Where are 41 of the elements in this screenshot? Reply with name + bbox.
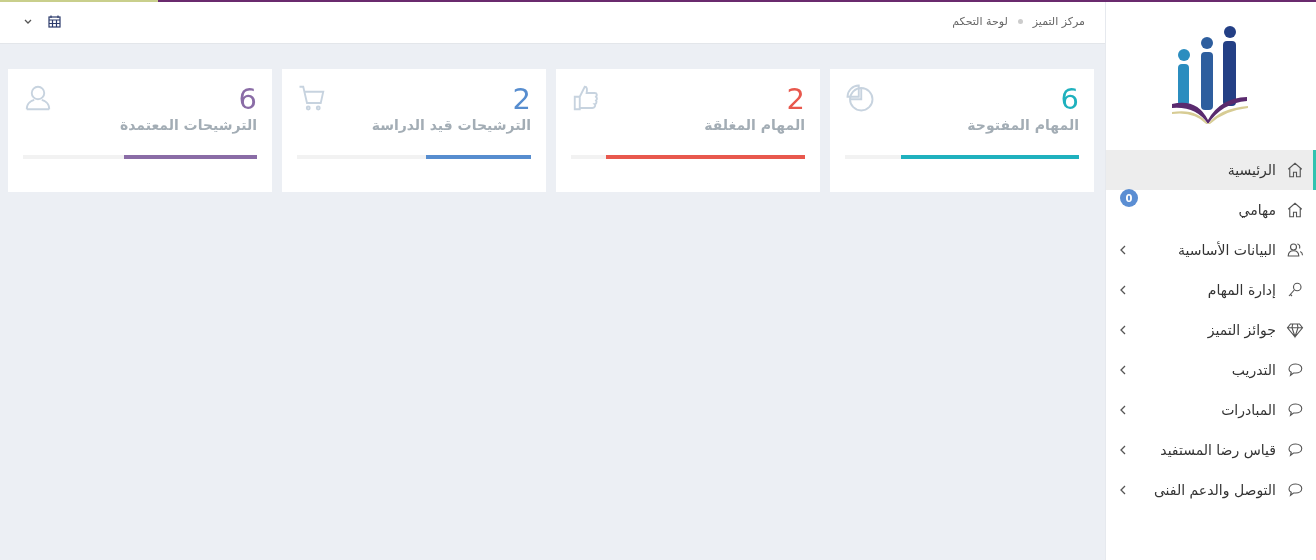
sidebar-item[interactable]: التوصل والدعم الفنى — [1106, 470, 1316, 510]
chat-icon — [1286, 481, 1304, 499]
chat-icon — [1286, 361, 1304, 379]
home-icon — [1286, 161, 1304, 179]
sidebar-item[interactable]: البيانات الأساسية — [1106, 230, 1316, 270]
sidebar-item[interactable]: المبادرات — [1106, 390, 1316, 430]
chevron-icon — [1120, 445, 1126, 455]
stat-label: المهام المغلقة — [703, 117, 805, 133]
stat-value: 2 — [512, 83, 531, 115]
sidebar-item[interactable]: التدريب — [1106, 350, 1316, 390]
stat-label: الترشيحات قيد الدراسة — [370, 117, 531, 133]
pie-chart-icon — [845, 83, 875, 113]
stat-label: المهام المفتوحة — [966, 117, 1079, 133]
stat-value: 6 — [238, 83, 257, 115]
stat-value: 2 — [786, 83, 805, 115]
sidebar-item[interactable]: قياس رضا المستفيد — [1106, 430, 1316, 470]
thumbs-up-icon — [571, 83, 601, 113]
chevron-icon — [1120, 285, 1126, 295]
sidebar-item[interactable]: إدارة المهام — [1106, 270, 1316, 310]
chevron-icon — [1120, 325, 1126, 335]
chevron-icon — [1120, 405, 1126, 415]
chevron-icon — [1120, 245, 1126, 255]
stat-label: الترشيحات المعتمدة — [118, 117, 257, 133]
user-icon — [23, 83, 53, 113]
stat-value: 6 — [1060, 83, 1079, 115]
sidebar-item[interactable]: الرئيسية — [1106, 150, 1316, 190]
chevron-icon — [1120, 365, 1126, 375]
chevron-icon — [1120, 485, 1126, 495]
users-icon — [1286, 241, 1304, 259]
diamond-icon — [1286, 321, 1304, 339]
sidebar-item[interactable]: جوائز التميز — [1106, 310, 1316, 350]
caret-icon[interactable] — [24, 19, 32, 24]
key-icon — [1286, 281, 1304, 299]
chat-icon — [1286, 401, 1304, 419]
count-badge: 0 — [1120, 189, 1138, 207]
chat-icon — [1286, 441, 1304, 459]
breadcrumb-link[interactable]: مركز التميز — [1032, 15, 1085, 28]
calendar-icon[interactable] — [48, 15, 61, 28]
breadcrumb-link[interactable]: لوحة التحكم — [952, 15, 1008, 28]
home-icon — [1286, 201, 1304, 219]
cart-icon — [297, 83, 327, 113]
